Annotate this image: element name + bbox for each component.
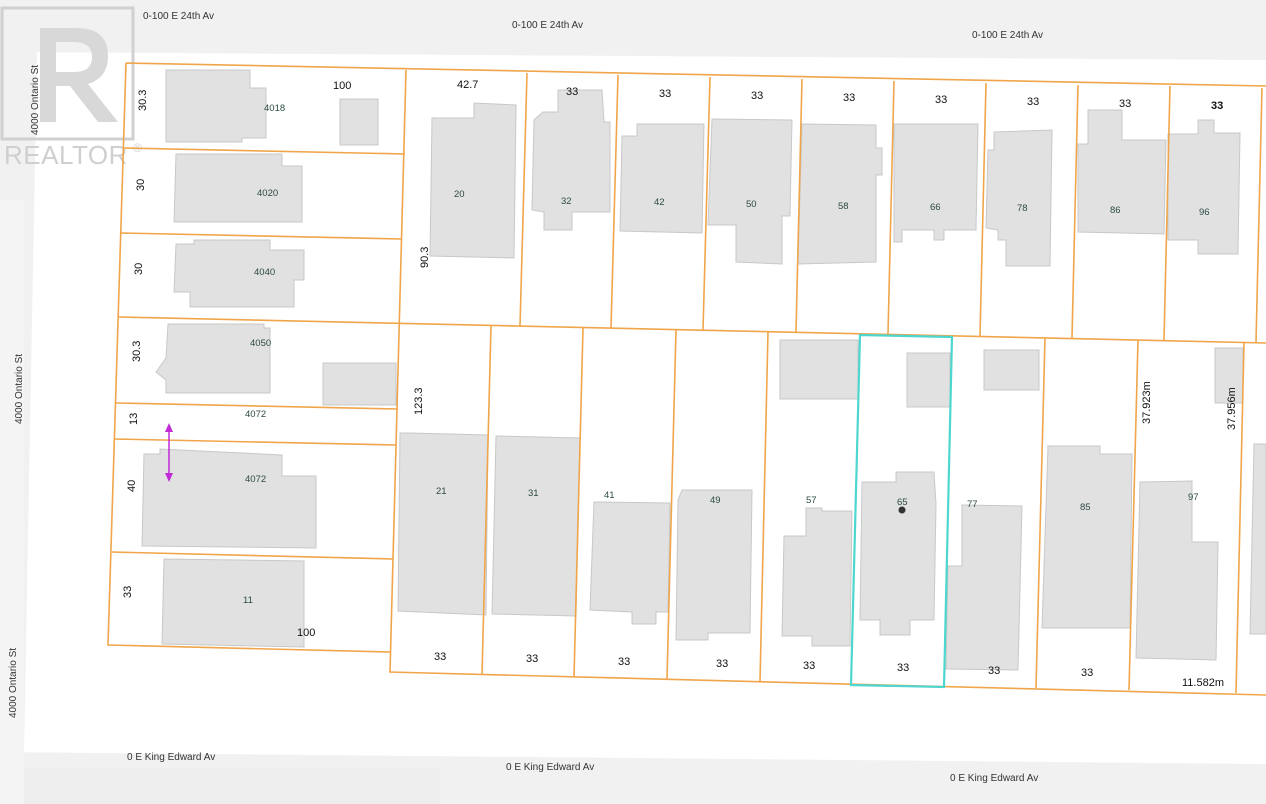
house-number-4072-strip: 4072 [245, 409, 266, 420]
house-number-4072: 4072 [245, 474, 266, 485]
dim-30-a: 30 [135, 179, 147, 191]
building-4050-garage [322, 362, 397, 406]
dim-49-bottom: 33 [716, 658, 728, 670]
building-58 [797, 123, 883, 265]
dim-50-top: 33 [751, 90, 763, 102]
dim-123-3: 123.3 [413, 387, 425, 415]
house-number-65: 65 [897, 497, 908, 508]
house-number-20: 20 [454, 189, 465, 200]
building-96 [1167, 119, 1241, 255]
house-number-77: 77 [967, 499, 978, 510]
house-number-49: 49 [710, 495, 721, 506]
street-label-west-3: 4000 Ontario St [8, 648, 19, 718]
house-number-86: 86 [1110, 205, 1121, 216]
dim-42-7: 42.7 [457, 79, 478, 91]
dim-30-3-a: 30.3 [137, 90, 149, 111]
dim-77-bottom: 33 [988, 665, 1000, 677]
house-number-42: 42 [654, 197, 665, 208]
dim-33-west: 33 [122, 586, 134, 598]
building-77-garage [983, 349, 1040, 391]
street-lane-south [0, 768, 440, 804]
building-42 [619, 123, 705, 234]
dim-78-top: 33 [1027, 96, 1039, 108]
dim-86-top: 33 [1119, 98, 1131, 110]
street-label-south-2: 0 E King Edward Av [506, 762, 594, 773]
street-label-north-3: 0-100 E 24th Av [972, 30, 1043, 41]
building-65-garage [906, 352, 951, 408]
dim-96-top: 33 [1211, 100, 1223, 112]
realtor-wordmark: REALTOR [4, 140, 128, 170]
house-number-11: 11 [243, 595, 253, 606]
dim-37-956m: 37.956m [1226, 387, 1238, 430]
dim-57-bottom: 33 [803, 660, 815, 672]
dim-58-top: 33 [843, 92, 855, 104]
dim-13: 13 [128, 413, 140, 425]
street-e-24th-av [0, 0, 1266, 60]
building-4040 [173, 239, 305, 308]
dim-30-b: 30 [133, 263, 145, 275]
house-number-21: 21 [436, 486, 447, 497]
house-number-57: 57 [806, 495, 817, 506]
house-number-50: 50 [746, 199, 757, 210]
building-4050 [155, 323, 271, 394]
street-label-west-1: 4000 Ontario St [30, 65, 41, 135]
dim-42-top: 33 [659, 88, 671, 100]
house-number-31: 31 [528, 488, 539, 499]
dim-21-bottom: 33 [434, 651, 446, 663]
dim-37-923m: 37.923m [1141, 381, 1153, 424]
dim-90-3: 90.3 [419, 247, 431, 268]
house-number-96: 96 [1199, 207, 1210, 218]
building-31 [491, 435, 581, 617]
building-4018-garage [339, 98, 379, 146]
house-number-41: 41 [604, 490, 615, 501]
building-66 [893, 123, 979, 243]
dim-66-top: 33 [935, 94, 947, 106]
street-label-south-3: 0 E King Edward Av [950, 773, 1038, 784]
street-label-north-2: 0-100 E 24th Av [512, 20, 583, 31]
street-label-south-1: 0 E King Edward Av [127, 752, 215, 763]
dim-32-top: 33 [566, 86, 578, 98]
dim-11-582m: 11.582m [1182, 677, 1224, 689]
street-label-west-2: 4000 Ontario St [14, 354, 25, 424]
house-number-4018: 4018 [264, 103, 285, 114]
dim-41-bottom: 33 [618, 656, 630, 668]
house-number-85: 85 [1080, 502, 1091, 513]
dim-40: 40 [126, 480, 138, 492]
house-number-66: 66 [930, 202, 941, 213]
house-number-58: 58 [838, 201, 849, 212]
building-21 [397, 432, 489, 616]
building-20 [429, 102, 517, 259]
building-85 [1041, 445, 1133, 629]
house-number-32: 32 [561, 196, 572, 207]
dim-100-bottom: 100 [297, 627, 315, 639]
street-label-north-1: 0-100 E 24th Av [143, 11, 214, 22]
house-number-4050: 4050 [250, 338, 271, 349]
building-41 [589, 501, 671, 625]
building-49 [675, 489, 753, 641]
house-number-97: 97 [1188, 492, 1199, 503]
house-number-4040: 4040 [254, 267, 275, 278]
building-57-garage [779, 339, 859, 400]
dim-85-bottom: 33 [1081, 667, 1093, 679]
dim-30-3-b: 30.3 [131, 341, 143, 362]
building-11 [161, 558, 305, 648]
property-map[interactable]: REALTOR ® 0-100 E 24th Av 0-100 E 24th A… [0, 0, 1266, 804]
dim-65-bottom: 33 [897, 662, 909, 674]
house-number-78: 78 [1017, 203, 1028, 214]
house-number-4020: 4020 [257, 188, 278, 199]
dim-31-bottom: 33 [526, 653, 538, 665]
dim-100-top: 100 [333, 80, 351, 92]
